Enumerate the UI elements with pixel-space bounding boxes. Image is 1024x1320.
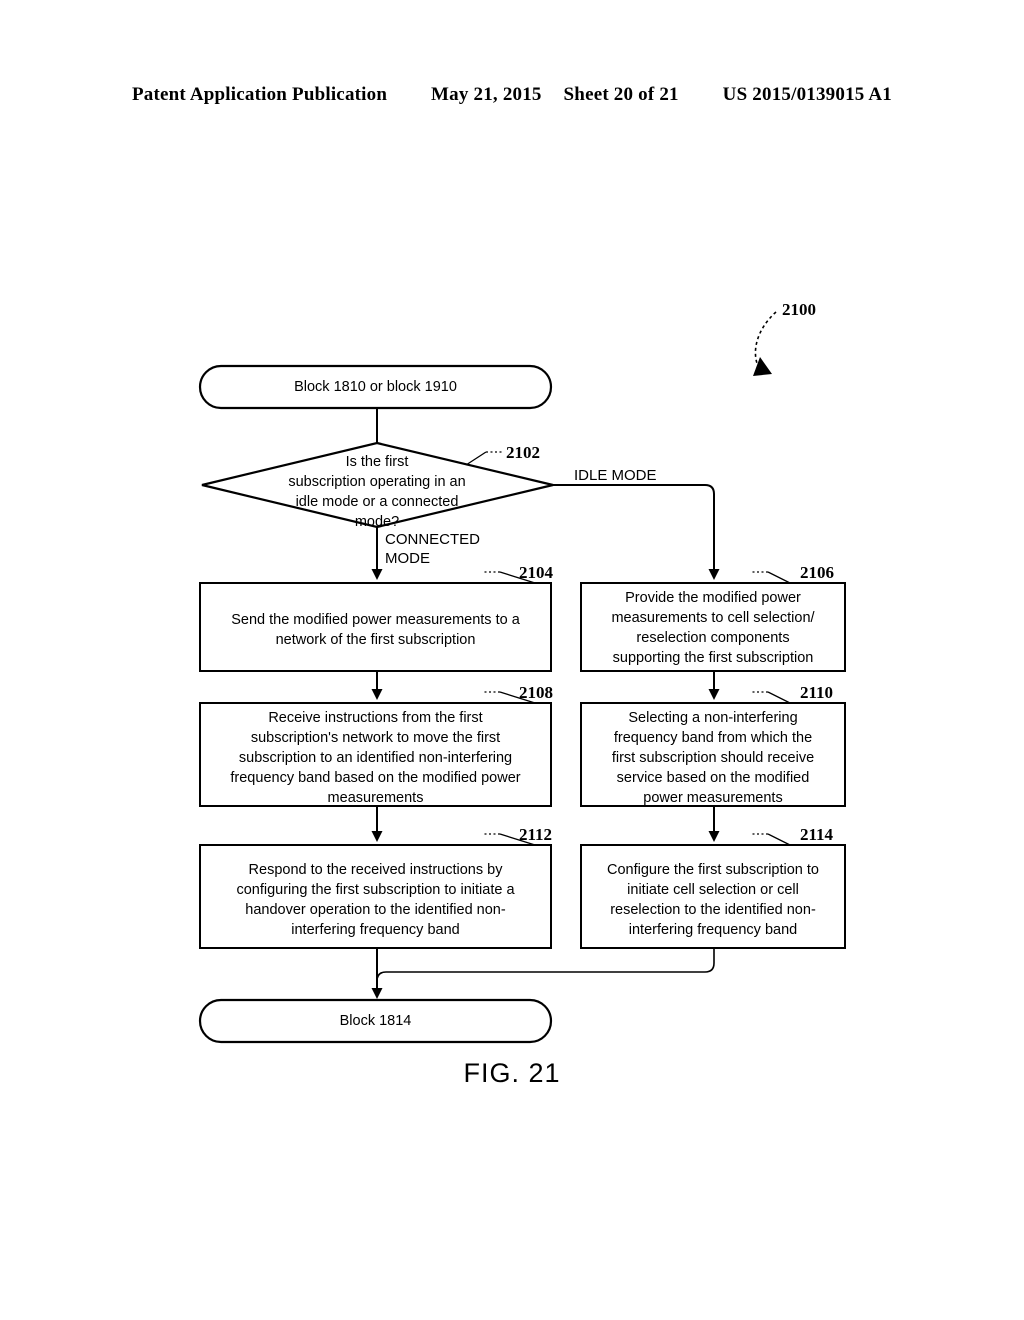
step-2106-shape — [580, 582, 846, 672]
ref-2106-leader — [767, 571, 791, 584]
ref-2114-leader — [767, 833, 791, 846]
ref-number-2106: 2106 — [800, 563, 834, 582]
step-2110-shape — [580, 702, 846, 807]
end-node-shape — [198, 998, 553, 1044]
step-2114-shape — [580, 844, 846, 949]
step-2104-shape — [199, 582, 552, 672]
branch-label-idle: IDLE MODE — [574, 467, 657, 484]
step-2108-shape — [199, 702, 552, 807]
ref-2102-leader — [465, 451, 487, 466]
ref-number-2110: 2110 — [800, 683, 834, 702]
step-2112-shape — [199, 844, 552, 949]
edge-2114-to-end — [376, 948, 715, 995]
start-node-shape — [198, 364, 553, 410]
decision-node-shape — [201, 441, 554, 529]
diagram-ref-leader — [754, 311, 777, 367]
ref-number-2112: 2112 — [519, 825, 553, 844]
ref-number-2102: 2102 — [506, 443, 540, 462]
flowchart-graphics — [198, 311, 846, 1044]
ref-2110-leader — [767, 691, 791, 704]
ref-number-2104: 2104 — [519, 563, 553, 582]
figure-caption: FIG. 21 — [463, 1058, 561, 1088]
diagram-ref-number: 2100 — [782, 300, 816, 319]
flowchart-diagram: 2100 Block 1810 or block 1910 Is the fir… — [0, 0, 1024, 1320]
branch-label-connected: CONNECTED MODE — [385, 531, 481, 567]
ref-number-2108: 2108 — [519, 683, 553, 702]
ref-number-2114: 2114 — [800, 825, 834, 844]
